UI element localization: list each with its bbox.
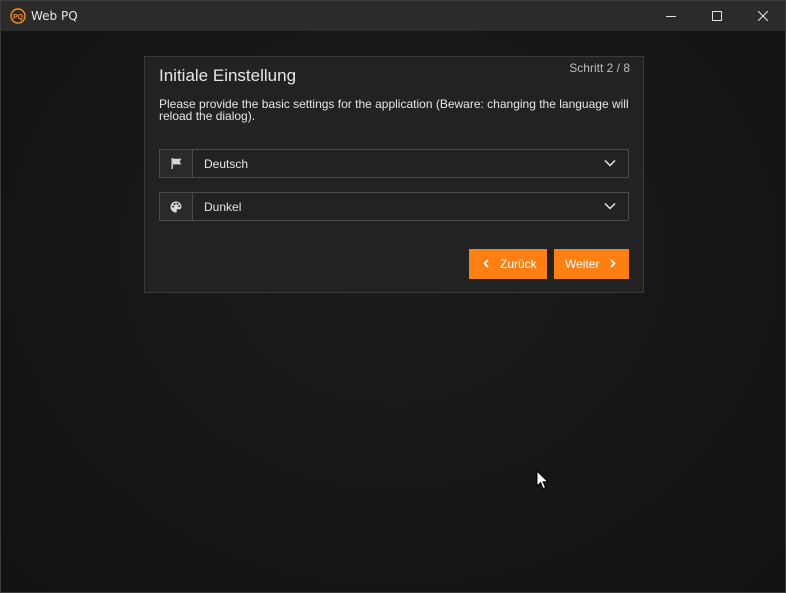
flag-icon	[171, 158, 181, 169]
app-content: Initiale Einstellung Schritt 2 / 8 Pleas…	[1, 31, 785, 592]
maximize-icon	[712, 11, 722, 21]
close-button[interactable]	[740, 1, 785, 31]
minimize-button[interactable]	[648, 1, 694, 31]
next-button[interactable]: Weiter	[554, 249, 629, 279]
next-button-label: Weiter	[565, 257, 600, 271]
theme-select-value: Dunkel	[204, 200, 242, 214]
wizard-title: Initiale Einstellung	[159, 66, 297, 85]
chevron-right-icon	[610, 259, 616, 268]
language-select-value: Deutsch	[204, 157, 249, 171]
app-window: PQ Web PQ Initiale Einstellung Schritt 2…	[0, 0, 786, 593]
app-logo-icon: PQ	[10, 8, 26, 24]
back-button[interactable]: Zurück	[469, 249, 547, 279]
setup-wizard-panel: Initiale Einstellung Schritt 2 / 8 Pleas…	[144, 56, 644, 293]
theme-select[interactable]: Dunkel	[159, 192, 629, 221]
step-indicator: Schritt 2 / 8	[569, 61, 630, 75]
language-select-addon	[160, 150, 193, 177]
window-title: Web PQ	[31, 9, 78, 23]
close-icon	[758, 11, 768, 21]
mouse-cursor-icon	[536, 470, 550, 490]
wizard-description: Please provide the basic settings for th…	[159, 97, 629, 123]
svg-text:PQ: PQ	[13, 14, 24, 21]
maximize-button[interactable]	[694, 1, 740, 31]
palette-icon	[170, 201, 182, 212]
chevron-left-icon	[483, 259, 489, 268]
chevron-down-icon	[604, 202, 616, 210]
theme-select-addon	[160, 193, 193, 220]
back-button-label: Zurück	[500, 257, 537, 271]
title-bar[interactable]: PQ Web PQ	[1, 1, 785, 31]
language-select[interactable]: Deutsch	[159, 149, 629, 178]
minimize-icon	[666, 16, 676, 17]
chevron-down-icon	[604, 159, 616, 167]
